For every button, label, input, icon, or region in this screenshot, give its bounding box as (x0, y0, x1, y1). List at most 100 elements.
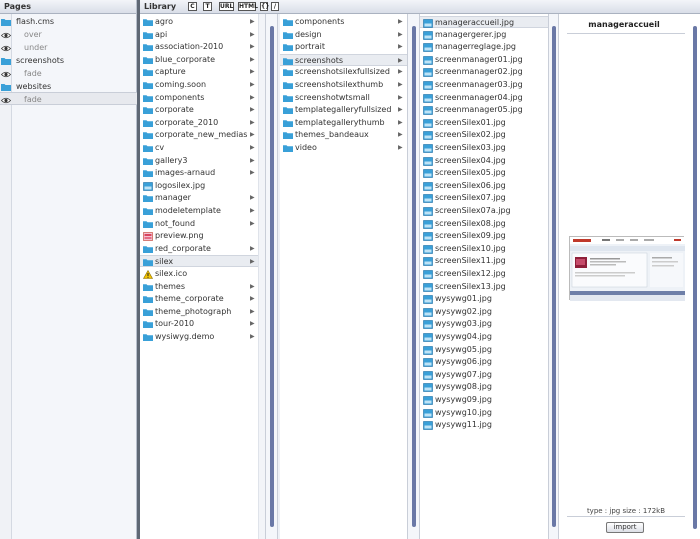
file-item[interactable]: screenSilex07.jpg (420, 192, 548, 204)
file-item[interactable]: wysywg07.jpg (420, 369, 548, 381)
folder-item[interactable]: corporate_new_medias ▶ (140, 129, 258, 141)
folder-item[interactable]: manager ▶ (140, 192, 258, 204)
folder-item[interactable]: cv ▶ (140, 142, 258, 154)
folder-item[interactable]: corporate_2010 ▶ (140, 117, 258, 129)
file-item[interactable]: wysywg10.jpg (420, 407, 548, 419)
library-column-root[interactable]: agro ▶ api ▶ association-2010 ▶ blue_corporate… (140, 14, 266, 539)
file-item[interactable]: wysywg09.jpg (420, 394, 548, 406)
file-item[interactable]: screenSilex01.jpg (420, 117, 548, 129)
toolbar-button-url[interactable]: URL (219, 2, 234, 11)
scrollbar-track[interactable] (258, 14, 265, 539)
file-item[interactable]: screenSilex08.jpg (420, 218, 548, 230)
eye-icon[interactable] (0, 43, 12, 52)
page-tree-item[interactable]: fade (0, 67, 137, 80)
eye-icon[interactable] (0, 30, 12, 39)
toolbar-button-code[interactable]: {} (260, 2, 270, 11)
item-label: corporate (155, 105, 194, 115)
column-divider[interactable] (408, 14, 420, 539)
file-item[interactable]: screenSilex06.jpg (420, 180, 548, 192)
folder-item[interactable]: templategallerythumb ▶ (280, 117, 407, 129)
file-item[interactable]: managergerer.jpg (420, 29, 548, 41)
scrollbar-thumb[interactable] (693, 26, 697, 529)
folder-item[interactable]: screenshots ▶ (280, 53, 407, 66)
file-item[interactable]: screenSilex05.jpg (420, 167, 548, 179)
eye-icon[interactable] (0, 69, 12, 78)
scrollbar-thumb[interactable] (270, 26, 274, 527)
library-column-screenshots[interactable]: manageraccueil.jpg managergerer.jpg manage… (420, 14, 549, 539)
scrollbar-thumb[interactable] (412, 26, 416, 527)
page-tree-item[interactable]: screenshots (0, 54, 137, 67)
folder-item[interactable]: design ▶ (280, 29, 407, 41)
file-item[interactable]: screenSilex11.jpg (420, 255, 548, 267)
file-item[interactable]: wysywg03.jpg (420, 318, 548, 330)
file-item[interactable]: screenSilex02.jpg (420, 129, 548, 141)
column-divider[interactable] (549, 14, 559, 539)
file-item[interactable]: silex.ico (140, 268, 258, 280)
folder-item[interactable]: templategalleryfullsized ▶ (280, 104, 407, 116)
file-item[interactable]: screenmanager04.jpg (420, 92, 548, 104)
file-item[interactable]: wysywg11.jpg (420, 419, 548, 431)
file-item[interactable]: wysywg02.jpg (420, 306, 548, 318)
scrollbar-thumb[interactable] (552, 26, 556, 527)
folder-item[interactable]: corporate ▶ (140, 104, 258, 116)
file-item[interactable]: wysywg08.jpg (420, 381, 548, 393)
folder-item[interactable]: portrait ▶ (280, 41, 407, 53)
file-item[interactable]: wysywg04.jpg (420, 331, 548, 343)
folder-item[interactable]: api ▶ (140, 29, 258, 41)
folder-item[interactable]: not_found ▶ (140, 218, 258, 230)
folder-item[interactable]: theme_corporate ▶ (140, 293, 258, 305)
folder-item[interactable]: screenshotsilexthumb ▶ (280, 79, 407, 91)
folder-item[interactable]: images-arnaud ▶ (140, 167, 258, 179)
folder-item[interactable]: agro ▶ (140, 16, 258, 28)
folder-item[interactable]: components ▶ (280, 16, 407, 28)
toolbar-button-edit[interactable]: / (271, 2, 279, 11)
file-item[interactable]: preview.png (140, 230, 258, 242)
file-item[interactable]: screenmanager01.jpg (420, 54, 548, 66)
toolbar-button-text[interactable]: T (203, 2, 212, 11)
file-item[interactable]: screenSilex03.jpg (420, 142, 548, 154)
folder-item[interactable]: capture ▶ (140, 66, 258, 78)
folder-item[interactable]: themes_bandeaux ▶ (280, 129, 407, 141)
file-item[interactable]: screenmanager03.jpg (420, 79, 548, 91)
file-item[interactable]: screenSilex10.jpg (420, 243, 548, 255)
folder-item[interactable]: coming.soon ▶ (140, 79, 258, 91)
folder-item[interactable]: video ▶ (280, 142, 407, 154)
file-item[interactable]: logosilex.jpg (140, 180, 258, 192)
item-label: screenSilex11.jpg (435, 256, 506, 266)
file-item[interactable]: screenmanager02.jpg (420, 66, 548, 78)
file-item[interactable]: wysywg06.jpg (420, 356, 548, 368)
folder-item[interactable]: screenshotsilexfullsized ▶ (280, 66, 407, 78)
import-button[interactable]: import (606, 522, 644, 533)
folder-item[interactable]: modeletemplate ▶ (140, 205, 258, 217)
folder-item[interactable]: components ▶ (140, 92, 258, 104)
folder-item[interactable]: silex ▶ (140, 255, 258, 268)
file-item[interactable]: screenmanager05.jpg (420, 104, 548, 116)
folder-item[interactable]: red_corporate ▶ (140, 243, 258, 255)
file-item[interactable]: wysywg05.jpg (420, 344, 548, 356)
folder-item[interactable]: gallery3 ▶ (140, 155, 258, 167)
file-item[interactable]: manageraccueil.jpg (420, 16, 548, 28)
page-tree-item[interactable]: under (0, 41, 137, 54)
file-item[interactable]: screenSilex12.jpg (420, 268, 548, 280)
folder-item[interactable]: tour-2010 ▶ (140, 318, 258, 330)
folder-item[interactable]: association-2010 ▶ (140, 41, 258, 53)
page-tree-item[interactable]: over (0, 28, 137, 41)
file-item[interactable]: managerreglage.jpg (420, 41, 548, 53)
file-item[interactable]: screenSilex04.jpg (420, 155, 548, 167)
folder-item[interactable]: blue_corporate ▶ (140, 54, 258, 66)
file-item[interactable]: screenSilex07a.jpg (420, 205, 548, 217)
file-item[interactable]: screenSilex09.jpg (420, 230, 548, 242)
folder-item[interactable]: theme_photograph ▶ (140, 306, 258, 318)
file-item[interactable]: screenSilex13.jpg (420, 281, 548, 293)
eye-icon[interactable] (0, 95, 12, 104)
toolbar-button-c[interactable]: C (188, 2, 197, 11)
page-tree-item[interactable]: flash.cms (0, 15, 137, 28)
folder-item[interactable]: wysiwyg.demo ▶ (140, 331, 258, 343)
folder-item[interactable]: themes ▶ (140, 281, 258, 293)
library-column-silex[interactable]: components ▶ design ▶ portrait ▶ screenshots ▶ s… (280, 14, 408, 539)
file-item[interactable]: wysywg01.jpg (420, 293, 548, 305)
column-divider[interactable] (266, 14, 278, 539)
toolbar-button-html[interactable]: HTML (238, 2, 258, 11)
folder-item[interactable]: screenshotwtsmall ▶ (280, 92, 407, 104)
page-tree-item[interactable]: fade (0, 92, 137, 105)
